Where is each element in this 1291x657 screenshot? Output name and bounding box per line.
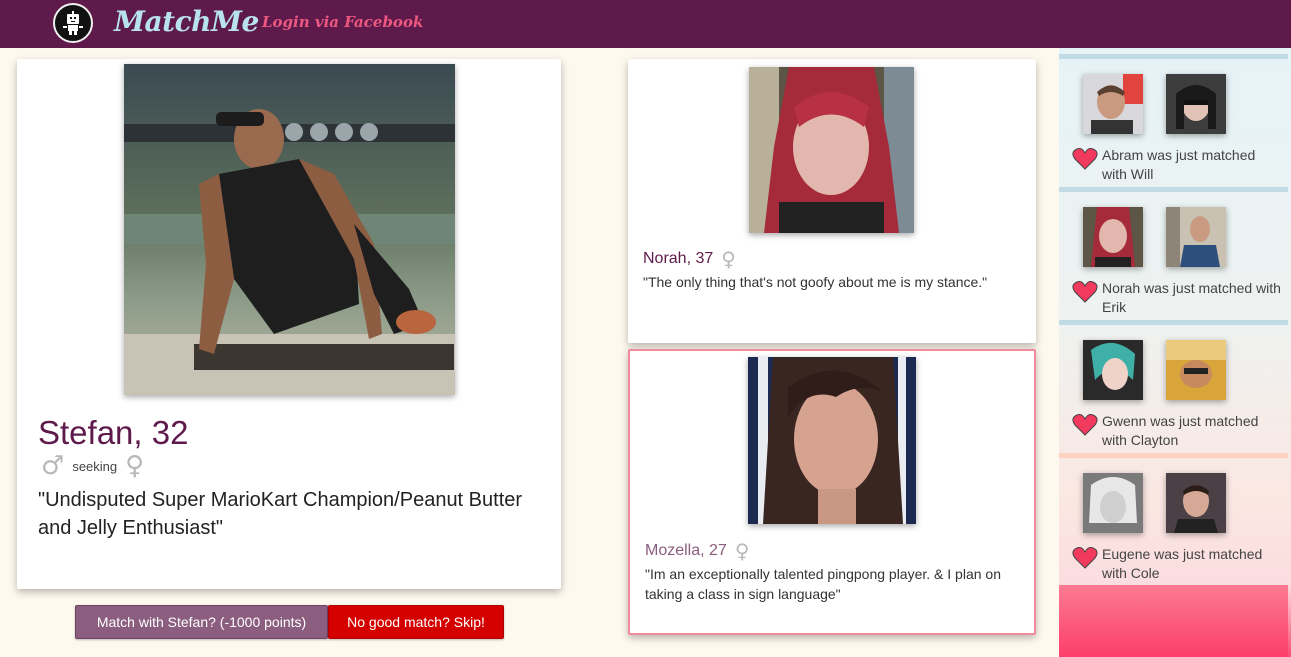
- feed-text: Norah was just matched with Erik: [1102, 280, 1281, 315]
- feed-item: Gwenn was just matched with Clayton: [1059, 320, 1288, 453]
- gender-preference: ♂ seeking ♀: [41, 453, 144, 479]
- feed-photo: [1083, 340, 1143, 400]
- match-button[interactable]: Match with Stefan? (-1000 points): [75, 605, 328, 639]
- feed-photo: [1083, 473, 1143, 533]
- heart-icon: [1072, 547, 1098, 569]
- feed-photo: [1083, 74, 1143, 134]
- feed-item: Abram was just matched with Will: [1059, 54, 1288, 187]
- feed-text: Abram was just matched with Will: [1102, 147, 1256, 182]
- heart-icon: [1072, 414, 1098, 436]
- suggestion-name-age: Norah, 37 ♀: [643, 247, 736, 271]
- match-feed-sidebar: Abram was just matched with Will Norah w…: [1059, 48, 1291, 657]
- female-symbol-icon: ♀: [734, 539, 750, 563]
- suggestion-quote: "The only thing that's not goofy about m…: [643, 274, 988, 290]
- suggestion-card[interactable]: Norah, 37 ♀ "The only thing that's not g…: [628, 59, 1036, 343]
- feed-photo: [1166, 74, 1226, 134]
- heart-icon: [1072, 281, 1098, 303]
- feed-item: Eugene was just matched with Cole: [1059, 453, 1288, 586]
- female-symbol-icon: ♀: [125, 451, 145, 481]
- suggestion-card-selected[interactable]: Mozella, 27 ♀ "Im an exceptionally talen…: [628, 349, 1036, 635]
- suggestion-photo: [748, 357, 916, 524]
- feed-photo: [1166, 340, 1226, 400]
- male-symbol-icon: ♂: [41, 451, 65, 481]
- female-symbol-icon: ♀: [721, 247, 736, 271]
- feed-photo: [1166, 207, 1226, 267]
- skip-button[interactable]: No good match? Skip!: [328, 605, 504, 639]
- robot-logo-icon[interactable]: [53, 3, 93, 43]
- suggestion-quote: "Im an exceptionally talented pingpong p…: [645, 566, 1001, 602]
- suggestion-name-age: Mozella, 27 ♀: [645, 539, 750, 563]
- profile-card: Stefan, 32 ♂ seeking ♀ "Undisputed Super…: [17, 59, 561, 589]
- facebook-login-link[interactable]: Login via Facebook: [262, 13, 423, 31]
- heart-icon: [1072, 148, 1098, 170]
- profile-name-age: Stefan, 32: [38, 414, 189, 451]
- profile-photo: [124, 64, 455, 395]
- feed-text: Eugene was just matched with Cole: [1102, 546, 1263, 581]
- feed-photo: [1166, 473, 1226, 533]
- top-bar: MatchMe Login via Facebook: [0, 0, 1291, 48]
- app-name[interactable]: MatchMe: [114, 5, 259, 38]
- feed-text: Gwenn was just matched with Clayton: [1102, 413, 1259, 448]
- profile-quote: "Undisputed Super MarioKart Champion/Pea…: [38, 489, 523, 539]
- feed-item: Norah was just matched with Erik: [1059, 187, 1288, 320]
- seeking-label: seeking: [72, 458, 118, 474]
- sidebar-footer: [1059, 585, 1288, 657]
- feed-photo: [1083, 207, 1143, 267]
- suggestion-photo: [749, 67, 914, 233]
